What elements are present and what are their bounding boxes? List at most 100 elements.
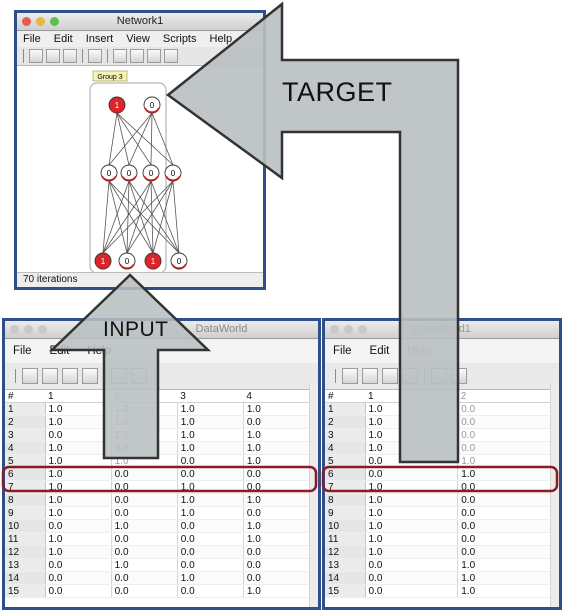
menu-edit[interactable]: Edit (54, 33, 73, 45)
table-cell[interactable]: 0.0 (457, 545, 551, 559)
table-cell[interactable]: 0.0 (457, 480, 551, 494)
target-column-header[interactable]: 1 (365, 390, 458, 403)
menu-edit[interactable]: Edit (370, 345, 390, 357)
delete-row-icon[interactable] (62, 368, 78, 384)
table-cell[interactable]: 0.0 (243, 480, 311, 494)
table-cell[interactable]: 1.0 (45, 532, 112, 546)
table-cell[interactable]: 1.0 (111, 454, 178, 468)
table-cell[interactable]: 1.0 (111, 402, 178, 416)
table-cell[interactable]: 0.0 (243, 571, 311, 585)
input-table-row[interactable]: 8 1.0 0.0 1.0 1.0 (5, 493, 311, 507)
table-cell[interactable]: 0.0 (365, 467, 459, 481)
table-cell[interactable]: 1.0 (457, 467, 551, 481)
table-cell[interactable]: 0.0 (45, 584, 112, 598)
table-cell[interactable]: 1.0 (243, 532, 311, 546)
table-cell[interactable]: 1.0 (111, 428, 178, 442)
target-table-row[interactable]: 7 1.0 0.0 (325, 480, 551, 494)
target-table-row[interactable]: 4 1.0 0.0 (325, 441, 551, 455)
table-cell[interactable]: 0.0 (111, 584, 178, 598)
table-cell[interactable]: 1.0 (45, 441, 112, 455)
table-cell[interactable]: 0.0 (111, 441, 178, 455)
table-cell[interactable]: 1.0 (365, 441, 459, 455)
menu-help[interactable]: Help (87, 345, 111, 357)
table-cell[interactable]: 1.0 (177, 571, 244, 585)
table-cell[interactable]: 1.0 (457, 454, 551, 468)
table-cell[interactable]: 1.0 (177, 402, 244, 416)
table-cell[interactable]: 0.0 (111, 532, 178, 546)
target-table-row[interactable]: 2 1.0 0.0 (325, 415, 551, 429)
table-cell[interactable]: 0.0 (243, 415, 311, 429)
input-column-header[interactable]: 4 (243, 390, 310, 403)
table-cell[interactable]: 0.0 (45, 428, 112, 442)
table-cell[interactable]: 1.0 (457, 584, 551, 598)
table-cell[interactable]: 1.0 (45, 402, 112, 416)
table-cell[interactable]: 1.0 (177, 428, 244, 442)
menu-edit[interactable]: Edit (50, 345, 70, 357)
table-cell[interactable]: 1.0 (457, 558, 551, 572)
target-table-row[interactable]: 3 1.0 0.0 (325, 428, 551, 442)
delete-column-icon[interactable] (402, 368, 418, 384)
network-canvas[interactable]: Group 3 1 0 0 0 0 0 1 0 1 0 (17, 65, 263, 285)
target-table-row[interactable]: 6 0.0 1.0 (325, 467, 551, 481)
zoom-icon[interactable] (88, 49, 102, 63)
table-cell[interactable]: 1.0 (243, 519, 311, 533)
table-cell[interactable]: 0.0 (111, 467, 178, 481)
table-cell[interactable]: 1.0 (177, 480, 244, 494)
table-cell[interactable]: 0.0 (111, 545, 178, 559)
add-column-icon[interactable] (42, 368, 58, 384)
table-cell[interactable]: 1.0 (243, 493, 311, 507)
add-row-icon[interactable] (22, 368, 38, 384)
clear-icon[interactable] (147, 49, 161, 63)
table-cell[interactable]: 1.0 (45, 415, 112, 429)
close-light-icon[interactable] (10, 325, 19, 334)
add-column-icon[interactable] (362, 368, 378, 384)
fill-icon[interactable] (451, 368, 467, 384)
input-column-header[interactable]: 3 (177, 390, 244, 403)
table-cell[interactable]: 1.0 (177, 441, 244, 455)
table-cell[interactable]: 0.0 (45, 571, 112, 585)
target-table-row[interactable]: 1 1.0 0.0 (325, 402, 551, 416)
menu-file[interactable]: File (13, 345, 32, 357)
hidden-node[interactable]: 0 (120, 164, 138, 182)
input-node[interactable]: 1 (144, 252, 162, 270)
table-cell[interactable]: 1.0 (365, 532, 459, 546)
table-cell[interactable]: 0.0 (243, 558, 311, 572)
minimize-light-icon[interactable] (24, 325, 33, 334)
target-table-row[interactable]: 12 1.0 0.0 (325, 545, 551, 559)
table-cell[interactable]: 1.0 (177, 415, 244, 429)
input-table-row[interactable]: 11 1.0 0.0 0.0 1.0 (5, 532, 311, 546)
table-cell[interactable]: 1.0 (457, 571, 551, 585)
table-cell[interactable]: 1.0 (243, 454, 311, 468)
table-cell[interactable]: 0.0 (243, 506, 311, 520)
target-table-row[interactable]: 13 0.0 1.0 (325, 558, 551, 572)
input-table-row[interactable]: 14 0.0 0.0 1.0 0.0 (5, 571, 311, 585)
target-column-header[interactable]: 2 (457, 390, 551, 403)
table-cell[interactable]: 1.0 (111, 558, 178, 572)
menu-file[interactable]: File (333, 345, 352, 357)
table-cell[interactable]: 1.0 (177, 493, 244, 507)
table-cell[interactable]: 0.0 (177, 584, 244, 598)
input-table-row[interactable]: 10 0.0 1.0 0.0 1.0 (5, 519, 311, 533)
input-table-row[interactable]: 5 1.0 1.0 0.0 1.0 (5, 454, 311, 468)
pan-tool-icon[interactable] (46, 49, 60, 63)
table-cell[interactable]: 1.0 (111, 519, 178, 533)
table-cell[interactable]: 1.0 (243, 584, 311, 598)
table-cell[interactable]: 0.0 (457, 415, 551, 429)
input-column-header[interactable]: # (5, 390, 45, 403)
table-cell[interactable]: 1.0 (177, 506, 244, 520)
target-table-row[interactable]: 9 1.0 0.0 (325, 506, 551, 520)
input-table-row[interactable]: 3 0.0 1.0 1.0 1.0 (5, 428, 311, 442)
table-cell[interactable]: 1.0 (111, 415, 178, 429)
menu-help[interactable]: Help (210, 33, 233, 45)
table-cell[interactable]: 0.0 (111, 571, 178, 585)
target-table-row[interactable]: 8 1.0 0.0 (325, 493, 551, 507)
input-scrollbar[interactable] (309, 383, 318, 607)
table-cell[interactable]: 0.0 (177, 519, 244, 533)
table-cell[interactable]: 0.0 (177, 545, 244, 559)
input-column-header[interactable]: 2 (111, 390, 178, 403)
table-cell[interactable]: 1.0 (45, 493, 112, 507)
delete-column-icon[interactable] (82, 368, 98, 384)
select-arrow-icon[interactable] (29, 49, 43, 63)
table-cell[interactable]: 1.0 (45, 467, 112, 481)
randomize-icon[interactable] (111, 368, 127, 384)
